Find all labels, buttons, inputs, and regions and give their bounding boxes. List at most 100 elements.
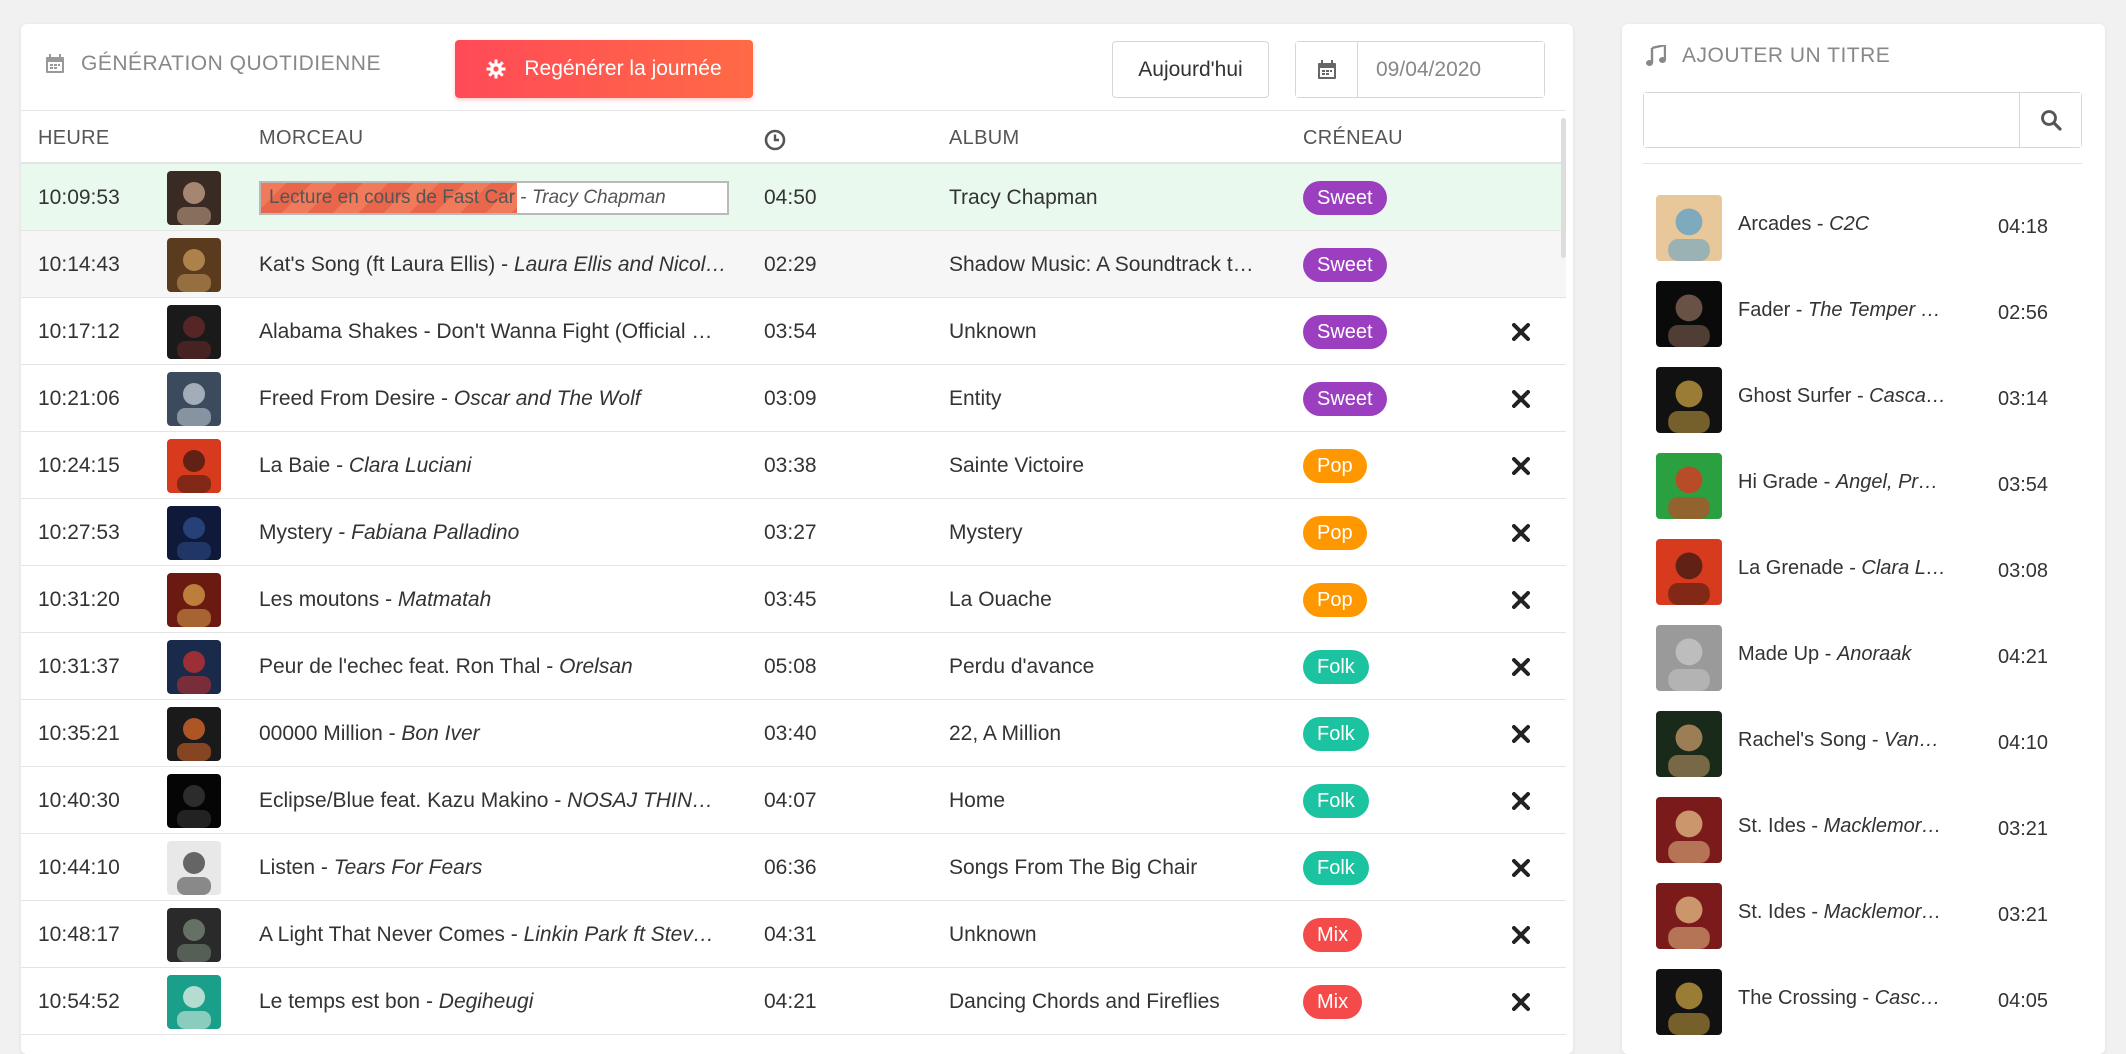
remove-track-button[interactable] (1501, 298, 1541, 365)
table-row[interactable]: 10:14:43 Kat's Song (ft Laura Ellis) - La… (21, 231, 1566, 298)
album-name: Unknown (949, 922, 1037, 946)
add-track-title-text: AJOUTER UN TITRE (1682, 44, 1891, 67)
row-duration: 03:45 (764, 587, 817, 611)
track-duration: 02:56 (1998, 302, 2049, 324)
row-slot: Folk (1303, 700, 1463, 767)
slot-badge: Folk (1303, 850, 1369, 885)
row-time: 10:09:53 (38, 185, 120, 209)
track-duration: 04:21 (1998, 646, 2049, 668)
list-item[interactable]: The Crossing - Casc… 04:05 (1656, 969, 2076, 1054)
table-scrollbar[interactable] (1561, 118, 1566, 258)
now-playing-title: Lecture en cours de Fast Car (269, 186, 516, 208)
slot-badge: Pop (1303, 448, 1367, 483)
track-duration: 03:14 (1998, 388, 2049, 410)
row-duration: 05:08 (764, 654, 817, 678)
table-row[interactable]: 10:27:53 Mystery - Fabiana Palladino 03:27… (21, 499, 1566, 566)
track-title: Ghost Surfer - Casca… (1738, 385, 1946, 407)
list-item[interactable]: Fader - The Temper … 02:56 (1656, 281, 2076, 367)
remove-track-button[interactable] (1501, 901, 1541, 968)
album-thumbnail (167, 968, 223, 1035)
today-button[interactable]: Aujourd'hui (1112, 41, 1269, 98)
header-track: MORCEAU (259, 127, 364, 149)
table-row[interactable]: 10:48:17 A Light That Never Comes - Linki… (21, 901, 1566, 968)
row-time: 10:48:17 (38, 922, 120, 946)
table-row[interactable]: 10:44:10 Listen - Tears For Fears 06:36 Son… (21, 834, 1566, 901)
slot-badge: Folk (1303, 783, 1369, 818)
album-thumbnail (167, 365, 223, 432)
close-icon (1512, 791, 1530, 810)
now-playing-artist: Tracy Chapman (531, 186, 666, 208)
album-name: Entity (949, 386, 1002, 410)
table-row[interactable]: 10:24:15 La Baie - Clara Luciani 03:38 Sain… (21, 432, 1566, 499)
row-slot: Mix (1303, 901, 1463, 968)
remove-track-button[interactable] (1501, 767, 1541, 834)
list-item[interactable]: Hi Grade - Angel, Pr… 03:54 (1656, 453, 2076, 539)
remove-track-button[interactable] (1501, 432, 1541, 499)
remove-track-button[interactable] (1501, 700, 1541, 767)
row-album: La Ouache (949, 566, 1269, 633)
track-artist: Anoraak (1836, 643, 1912, 665)
track-title: Rachel's Song - Van… (1738, 729, 1939, 751)
remove-track-button[interactable] (1501, 365, 1541, 432)
album-thumbnail (167, 633, 223, 700)
add-track-panel: AJOUTER UN TITRE Arcades - C2C 04:18 Fader… (1622, 24, 2105, 1054)
table-row[interactable]: 10:54:52 Le temps est bon - Degiheugi 04:2… (21, 968, 1566, 1035)
row-album: Mystery (949, 499, 1269, 566)
list-item[interactable]: St. Ides - Macklemor… 03:21 (1656, 883, 2076, 969)
track-artist: Laura Ellis and Nicol… (513, 252, 727, 276)
track-name: Le temps est bon (259, 989, 421, 1013)
table-row[interactable]: 10:09:53 Lecture en cours de Fast Car - T… (21, 164, 1566, 231)
track-artist: Oscar and The Wolf (453, 386, 641, 410)
table-row[interactable]: 10:31:37 Peur de l'echec feat. Ron Thal -… (21, 633, 1566, 700)
remove-track-button[interactable] (1501, 566, 1541, 633)
date-input[interactable] (1358, 42, 1544, 97)
row-duration: 03:27 (764, 520, 817, 544)
list-item[interactable]: Rachel's Song - Van… 04:10 (1656, 711, 2076, 797)
remove-track-button[interactable] (1501, 499, 1541, 566)
track-title: Le temps est bon - Degiheugi (259, 989, 534, 1013)
track-name: Ghost Surfer (1738, 385, 1852, 407)
remove-track-button[interactable] (1501, 968, 1541, 1035)
list-item[interactable]: Arcades - C2C 04:18 (1656, 195, 2076, 281)
close-icon (1512, 389, 1530, 408)
slot-badge: Mix (1303, 984, 1363, 1019)
row-slot: Folk (1303, 767, 1463, 834)
track-name: Fader (1738, 299, 1791, 321)
list-item[interactable]: La Grenade - Clara L… 03:08 (1656, 539, 2076, 625)
album-thumbnail (167, 834, 223, 901)
now-playing-text: Lecture en cours de Fast Car - Tracy Cha… (269, 186, 666, 208)
remove-track-button[interactable] (1501, 633, 1541, 700)
date-picker-button[interactable] (1296, 42, 1358, 97)
track-artist: Casc… (1874, 987, 1941, 1009)
table-row[interactable]: 10:35:21 00000 Million - Bon Iver 03:40 22,… (21, 700, 1566, 767)
track-title: A Light That Never Comes - Linkin Park f… (259, 922, 714, 946)
album-name: Shadow Music: A Soundtrack t… (949, 252, 1254, 276)
search-button[interactable] (2019, 93, 2081, 147)
slot-badge: Mix (1303, 917, 1363, 952)
row-slot: Pop (1303, 499, 1463, 566)
table-row[interactable]: 10:21:06 Freed From Desire - Oscar and Th… (21, 365, 1566, 432)
table-row[interactable]: 10:17:12 Alabama Shakes - Don't Wanna Fig… (21, 298, 1566, 365)
row-duration: 03:09 (764, 386, 817, 410)
track-name: Arcades (1738, 213, 1812, 235)
track-duration: 03:54 (1998, 474, 2049, 496)
regenerate-day-button[interactable]: Regénérer la journée (455, 40, 753, 98)
track-duration: 04:10 (1998, 732, 2049, 754)
track-artist: The Temper … (1808, 299, 1941, 321)
playlist-table-body: 10:09:53 Lecture en cours de Fast Car - T… (21, 164, 1566, 1035)
row-time: 10:31:37 (38, 654, 120, 678)
remove-track-button[interactable] (1501, 834, 1541, 901)
list-item[interactable]: Made Up - Anoraak 04:21 (1656, 625, 2076, 711)
close-icon (1512, 456, 1530, 475)
track-search (1643, 92, 2082, 148)
table-row[interactable]: 10:31:20 Les moutons - Matmatah 03:45 La Ou… (21, 566, 1566, 633)
list-item[interactable]: Ghost Surfer - Casca… 03:14 (1656, 367, 2076, 453)
search-input[interactable] (1644, 93, 2019, 147)
list-item[interactable]: St. Ides - Macklemor… 03:21 (1656, 797, 2076, 883)
row-track: Les moutons - Matmatah (259, 566, 729, 633)
track-artist: NOSAJ THIN… (567, 788, 714, 812)
table-row[interactable]: 10:40:30 Eclipse/Blue feat. Kazu Makino -… (21, 767, 1566, 834)
clock-icon (764, 129, 786, 157)
track-duration: 03:08 (1998, 560, 2049, 582)
row-track: Mystery - Fabiana Palladino (259, 499, 729, 566)
